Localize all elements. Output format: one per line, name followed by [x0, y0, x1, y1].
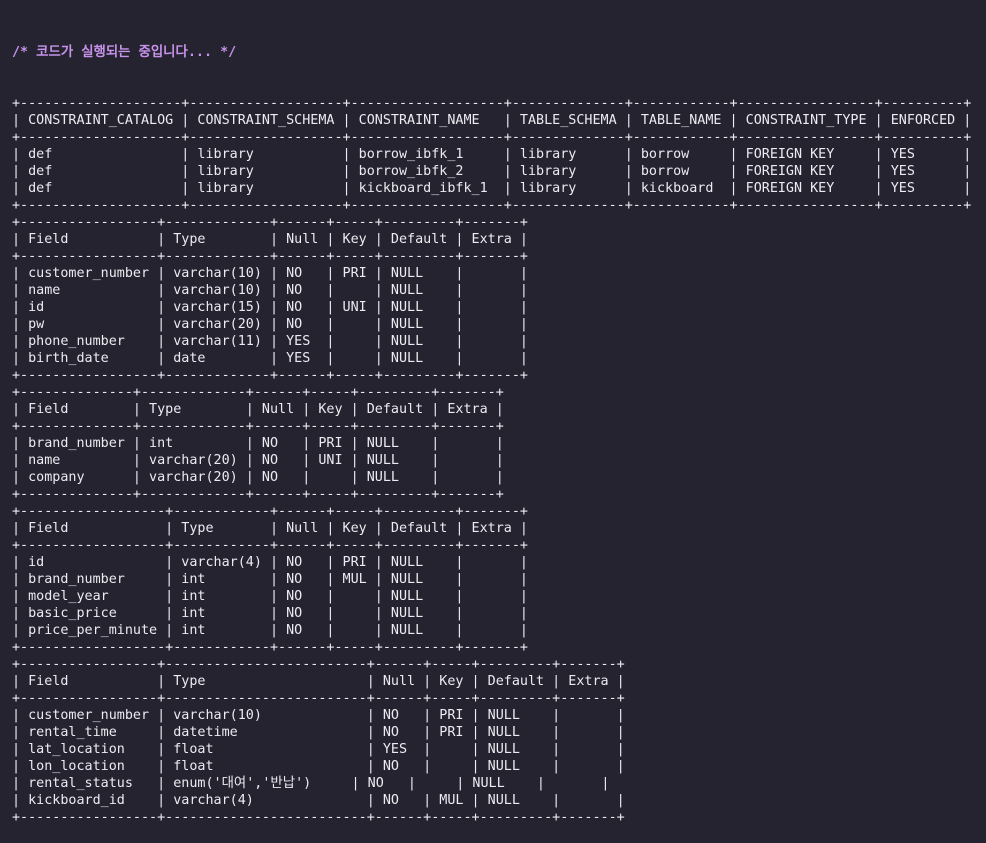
table-border-line: +-----------------+---------------------…	[12, 657, 625, 672]
query-output-console: /* 코드가 실행되는 중입니다... */ +----------------…	[12, 10, 986, 825]
table-border-line: +--------------------+------------------…	[12, 130, 972, 145]
table-row: | price_per_minute | int | NO | | NULL |…	[12, 623, 528, 638]
table-row: | def | library | kickboard_ibfk_1 | lib…	[12, 181, 972, 196]
table-border-line: +--------------+-------------+------+---…	[12, 385, 504, 400]
result-table: +------------------+------------+------+…	[12, 503, 986, 656]
result-table: +-----------------+---------------------…	[12, 656, 986, 826]
table-border-line: +--------------+-------------+------+---…	[12, 419, 504, 434]
result-table: +-----------------+-------------+------+…	[12, 214, 986, 384]
table-row: | rental_time | datetime | NO | PRI | NU…	[12, 725, 625, 740]
table-border-line: +-----------------+---------------------…	[12, 691, 625, 706]
table-border-line: +--------------+-------------+------+---…	[12, 487, 504, 502]
table-row: | lon_location | float | NO | | NULL | |	[12, 759, 625, 774]
table-row: | basic_price | int | NO | | NULL | |	[12, 606, 528, 621]
table-row: | def | library | borrow_ibfk_1 | librar…	[12, 147, 972, 162]
table-row: | id | varchar(15) | NO | UNI | NULL | |	[12, 300, 528, 315]
table-row: | customer_number | varchar(10) | NO | P…	[12, 266, 528, 281]
table-row: | rental_status | enum('대여','반납') | NO |…	[12, 776, 610, 791]
table-row: | lat_location | float | YES | | NULL | …	[12, 742, 625, 757]
table-row: | birth_date | date | YES | | NULL | |	[12, 351, 528, 366]
query-results: +--------------------+------------------…	[12, 95, 986, 826]
table-row: | brand_number | int | NO | PRI | NULL |…	[12, 436, 504, 451]
table-border-line: +-----------------+-------------+------+…	[12, 249, 528, 264]
table-row: | id | varchar(4) | NO | PRI | NULL | |	[12, 555, 528, 570]
table-header-row: | Field | Type | Null | Key | Default | …	[12, 674, 625, 689]
table-row: | brand_number | int | NO | MUL | NULL |…	[12, 572, 528, 587]
table-header-row: | Field | Type | Null | Key | Default | …	[12, 521, 528, 536]
table-border-line: +-----------------+-------------+------+…	[12, 368, 528, 383]
table-row: | phone_number | varchar(11) | YES | | N…	[12, 334, 528, 349]
table-header-row: | CONSTRAINT_CATALOG | CONSTRAINT_SCHEMA…	[12, 113, 972, 128]
table-row: | customer_number | varchar(10) | NO | P…	[12, 708, 625, 723]
table-border-line: +------------------+------------+------+…	[12, 640, 528, 655]
table-header-row: | Field | Type | Null | Key | Default | …	[12, 402, 504, 417]
table-border-line: +--------------------+------------------…	[12, 96, 972, 111]
result-table: +--------------------+------------------…	[12, 95, 986, 214]
table-border-line: +------------------+------------+------+…	[12, 504, 528, 519]
table-row: | name | varchar(10) | NO | | NULL | |	[12, 283, 528, 298]
table-row: | model_year | int | NO | | NULL | |	[12, 589, 528, 604]
table-row: | company | varchar(20) | NO | | NULL | …	[12, 470, 504, 485]
table-row: | kickboard_id | varchar(4) | NO | MUL |…	[12, 793, 625, 808]
table-row: | pw | varchar(20) | NO | | NULL | |	[12, 317, 528, 332]
result-table: +--------------+-------------+------+---…	[12, 384, 986, 503]
table-header-row: | Field | Type | Null | Key | Default | …	[12, 232, 528, 247]
table-border-line: +--------------------+------------------…	[12, 198, 972, 213]
table-border-line: +-----------------+-------------+------+…	[12, 215, 528, 230]
table-row: | name | varchar(20) | NO | UNI | NULL |…	[12, 453, 504, 468]
table-border-line: +-----------------+---------------------…	[12, 810, 625, 825]
table-border-line: +------------------+------------+------+…	[12, 538, 528, 553]
table-row: | def | library | borrow_ibfk_2 | librar…	[12, 164, 972, 179]
running-status-comment: /* 코드가 실행되는 중입니다... */	[12, 45, 237, 60]
